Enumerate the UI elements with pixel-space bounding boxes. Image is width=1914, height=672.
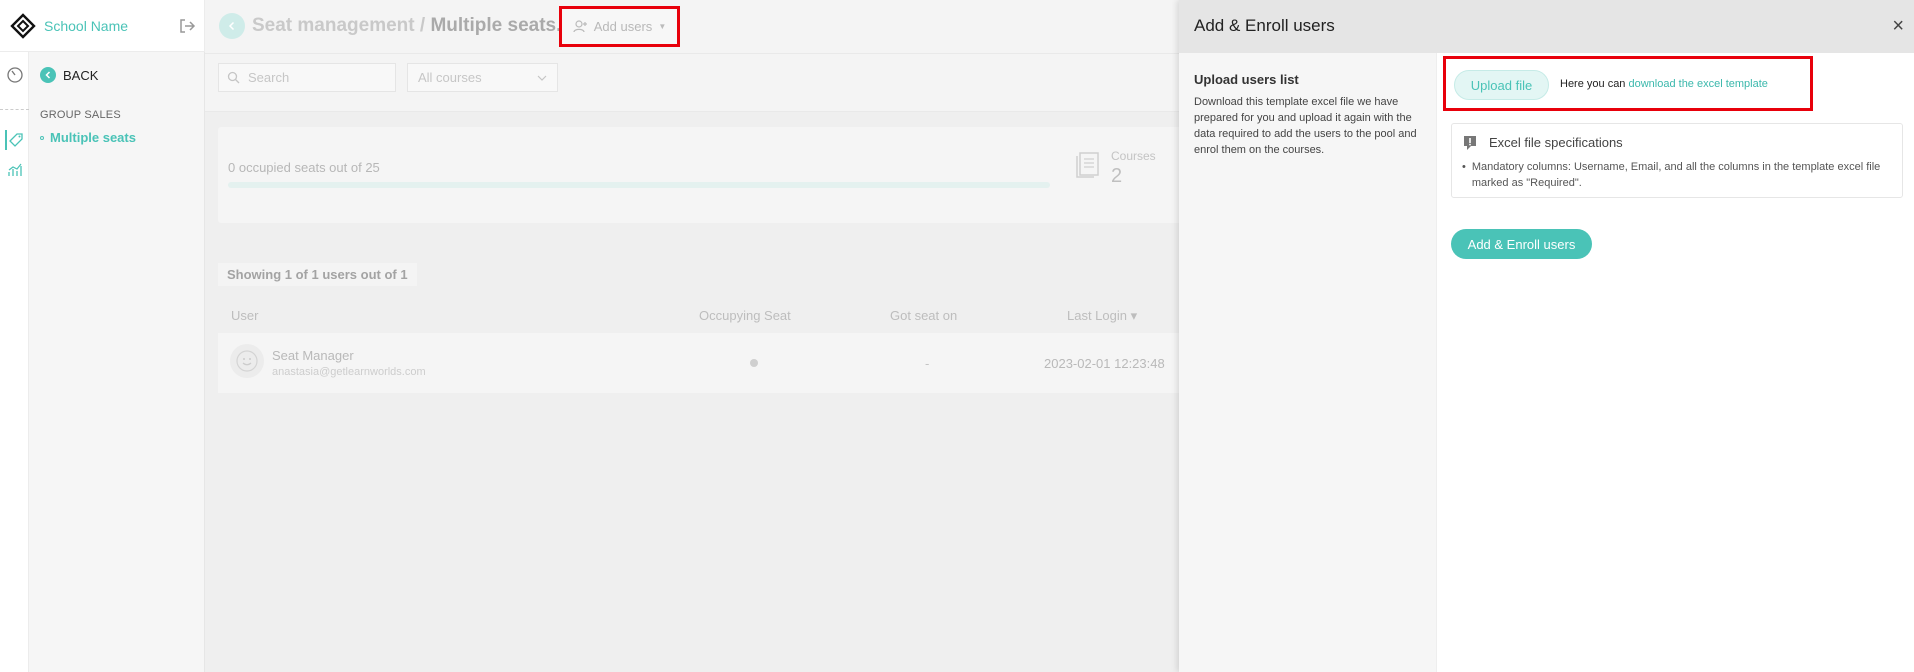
add-users-label: Add users [593,19,653,34]
back-button[interactable]: BACK [40,67,98,83]
last-login-value: 2023-02-01 12:23:48 [1044,356,1165,371]
breadcrumb-parent[interactable]: Seat management [252,15,415,36]
add-enroll-users-button[interactable]: Add & Enroll users [1451,229,1592,259]
bullet-icon [40,135,44,140]
got-seat-on-value: - [925,356,930,371]
occupying-seat-indicator [750,359,758,367]
column-header-got-seat-on[interactable]: Got seat on [890,308,957,323]
breadcrumb: Seat management / Multiple seats... [252,15,572,37]
template-hint-text: Here you can [1560,78,1629,90]
courses-select-value: All courses [418,70,482,85]
header-back-button[interactable] [219,13,245,39]
upload-section-highlight: Upload file Here you can download the ex… [1443,56,1813,111]
logout-icon[interactable] [178,17,196,35]
excel-spec-item-text: Mandatory columns: Username, Email, and … [1471,161,1881,189]
breadcrumb-separator: / [414,15,431,36]
excel-spec-title: Excel file specifications [1489,135,1623,150]
bullet-icon: • [1462,161,1466,173]
page-header: Seat management / Multiple seats... Add … [205,0,1179,54]
brand-bar: School Name [0,0,205,52]
avatar [230,344,264,378]
search-icon [227,71,240,84]
search-input-placeholder: Search [248,70,290,85]
breadcrumb-current: Multiple seats... [430,15,572,36]
sidebar-item-multiple-seats[interactable]: Multiple seats [40,130,136,145]
add-user-icon [573,20,587,33]
nav-sales-tag-icon[interactable] [5,130,25,150]
upload-users-description: Download this template excel file we hav… [1194,96,1417,156]
main-content: Seat management / Multiple seats... Add … [205,0,1188,672]
download-template-link[interactable]: download the excel template [1628,78,1767,90]
user-email: anastasia@getlearnworlds.com [272,366,426,378]
icon-rail [0,52,29,672]
secondary-sidebar: BACK GROUP SALES Multiple seats [29,52,205,672]
courses-stat-label: Courses [1111,149,1156,163]
column-header-last-login[interactable]: Last Login ▾ [1067,308,1137,324]
search-field[interactable]: Search [218,63,396,92]
drawer-title: Add & Enroll users [1194,16,1335,35]
add-users-dropdown-button[interactable]: Add users ▼ [559,6,680,47]
school-name[interactable]: School Name [44,18,128,34]
upload-users-heading: Upload users list [1194,72,1299,87]
user-name[interactable]: Seat Manager [272,348,354,363]
nav-reports-chart-icon[interactable] [5,160,25,180]
chevron-down-icon [537,75,547,81]
drawer-header: Add & Enroll users × [1179,0,1914,53]
column-header-occupying-seat[interactable]: Occupying Seat [699,308,791,323]
back-label: BACK [63,67,99,83]
chevron-left-icon [228,21,235,31]
exclamation-icon [1464,136,1476,150]
courses-book-icon [1076,152,1099,178]
drawer-instructions-panel: Upload users list Download this template… [1179,53,1437,672]
sidebar-section-group-sales: GROUP SALES [40,109,121,121]
occupied-seats-progress [228,182,1050,188]
excel-spec-item: • Mandatory columns: Username, Email, and… [1462,159,1894,191]
upload-file-button[interactable]: Upload file [1454,70,1549,100]
smiley-avatar-icon [236,350,258,372]
courses-stat-count: 2 [1111,165,1123,187]
school-logo-icon[interactable] [10,13,36,39]
table-row[interactable]: Seat Manager anastasia@getlearnworlds.co… [218,333,1188,393]
rail-divider [0,109,29,110]
close-icon[interactable]: × [1892,16,1904,36]
seat-summary-card: 0 occupied seats out of 25 Courses 2 [218,127,1188,223]
filter-bar: Search All courses [205,54,1179,112]
excel-spec-box: Excel file specifications • Mandatory col… [1451,123,1903,198]
caret-down-icon: ▼ [658,22,667,31]
courses-stat: Courses 2 [1073,149,1156,186]
template-hint: Here you can download the excel template [1560,78,1768,90]
occupied-seats-text: 0 occupied seats out of 25 [228,160,380,175]
back-arrow-icon [40,67,56,83]
users-count-text: Showing 1 of 1 users out of 1 [218,263,417,286]
courses-select[interactable]: All courses [407,63,558,92]
column-header-user[interactable]: User [231,308,258,323]
add-enroll-drawer: Add & Enroll users × Upload users list D… [1179,0,1914,672]
sidebar-item-label: Multiple seats [50,130,136,145]
app-root: School Name BACK GROUP SALES Multiple se… [0,0,1914,672]
nav-dashboard-icon[interactable] [5,65,25,85]
